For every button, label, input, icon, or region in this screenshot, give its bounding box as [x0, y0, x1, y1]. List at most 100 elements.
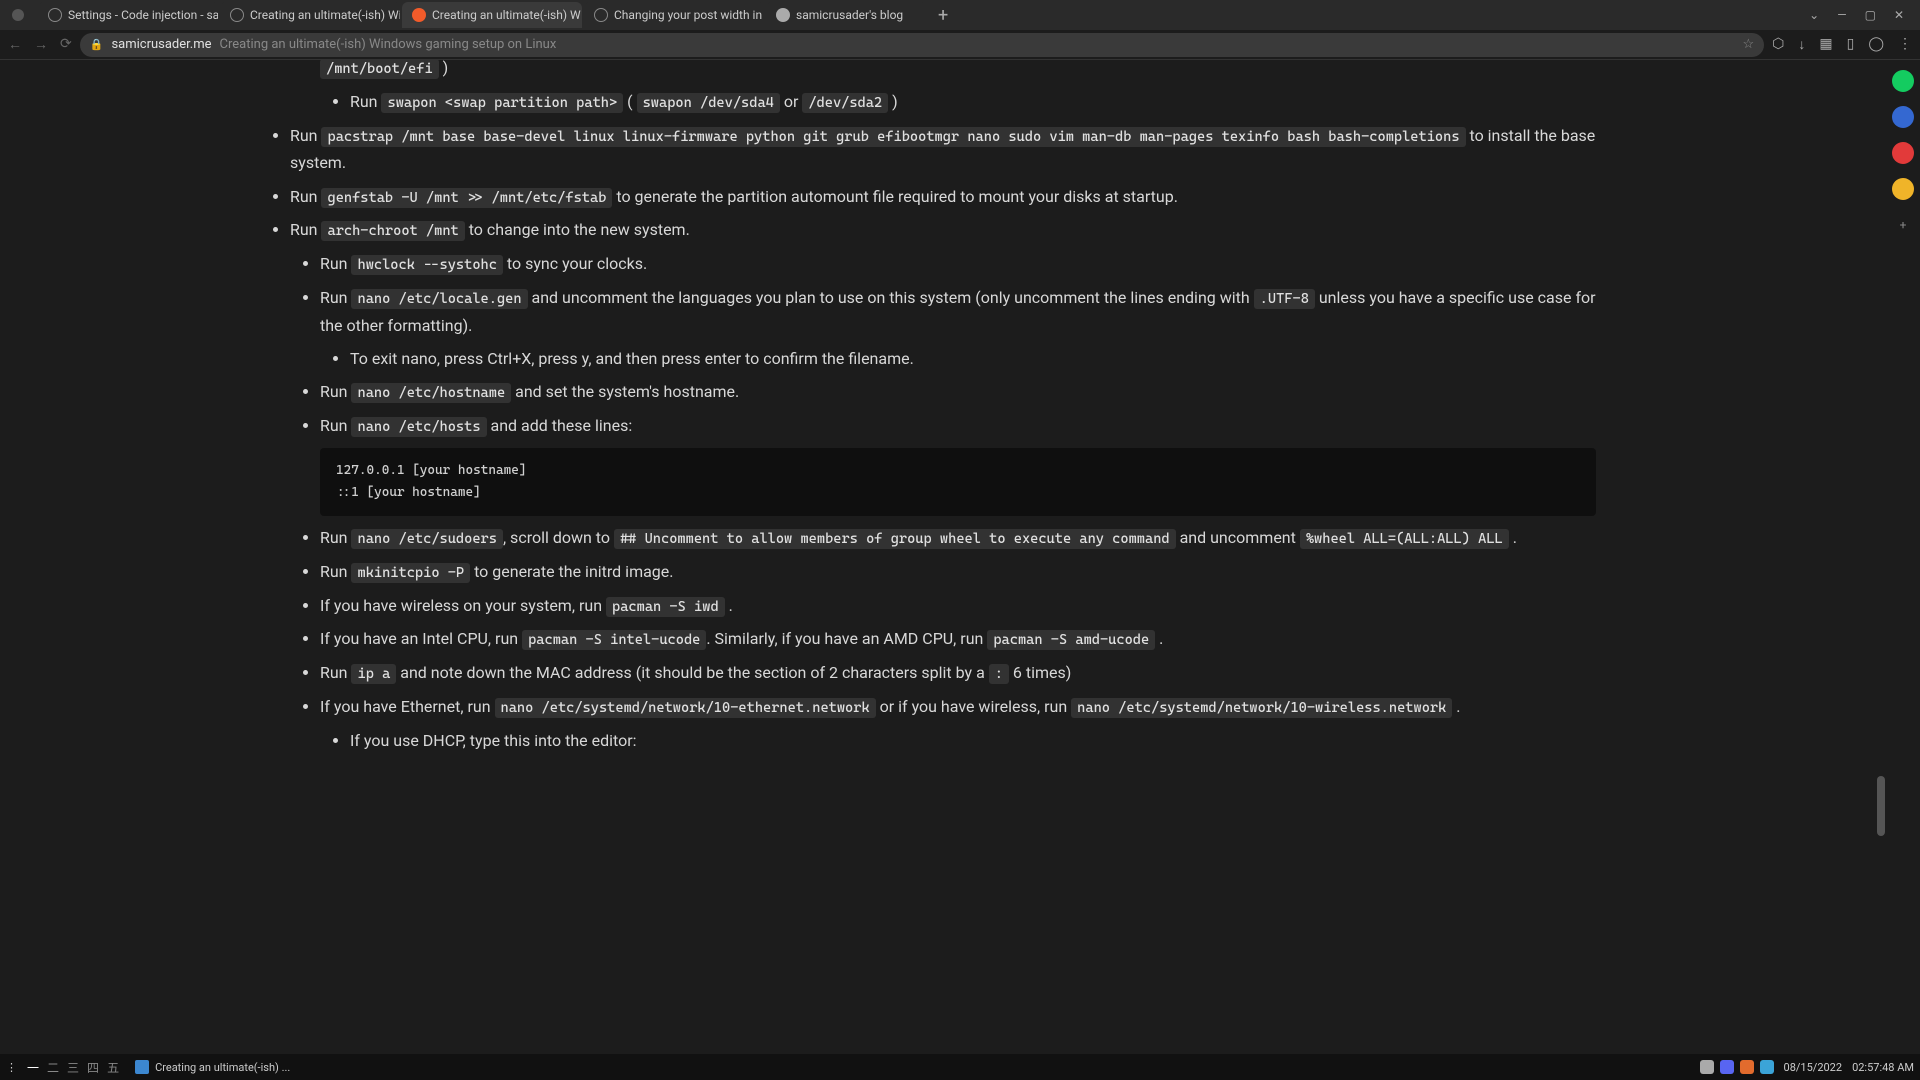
favicon-icon — [776, 8, 790, 22]
sidebar-icon-3[interactable] — [1892, 142, 1914, 164]
code-inline: pacman -S iwd — [606, 597, 725, 617]
sidebar-icon-4[interactable] — [1892, 178, 1914, 200]
favicon-icon — [594, 8, 608, 22]
list-item: Run ip a and note down the MAC address (… — [320, 659, 1596, 687]
code-inline: : — [989, 664, 1009, 684]
tray-app-icon[interactable] — [1740, 1060, 1754, 1074]
sidebar-icon-2[interactable] — [1892, 106, 1914, 128]
close-icon[interactable]: ✕ — [1894, 8, 1904, 22]
menu-icon[interactable]: ⋮ — [1898, 36, 1912, 53]
taskbar-app[interactable]: Creating an ultimate(-ish) ... — [129, 1060, 296, 1074]
code-inline: genfstab -U /mnt >> /mnt/etc/fstab — [321, 188, 612, 208]
list-item: To exit nano, press Ctrl+X, press y, and… — [350, 345, 1596, 372]
reload-icon[interactable]: ⟳ — [60, 36, 72, 53]
text: . — [725, 596, 733, 615]
tab-3-active[interactable]: Creating an ultimate(-ish) W — [402, 2, 582, 28]
tray-volume-icon[interactable] — [1700, 1060, 1714, 1074]
url-bar[interactable]: 🔒 samicrusader.me Creating an ultimate(-… — [80, 33, 1764, 57]
code-inline: arch-chroot /mnt — [321, 221, 464, 241]
text: Run — [320, 288, 351, 307]
list-item: If you have Ethernet, run nano /etc/syst… — [320, 693, 1596, 754]
url-host: samicrusader.me — [111, 37, 211, 52]
list-item: Run pacstrap /mnt base base-devel linux … — [290, 122, 1596, 177]
list-item: Run nano /etc/sudoers, scroll down to ##… — [320, 524, 1596, 552]
tab-5[interactable]: samicrusader's blog — [766, 2, 926, 28]
tiling-menu-icon[interactable]: ⋮ — [6, 1061, 17, 1074]
sidebar-icon-1[interactable] — [1892, 70, 1914, 92]
sidebar-add-icon[interactable]: + — [1892, 214, 1914, 236]
taskbar-right: 08/15/2022 02:57:48 AM — [1700, 1060, 1914, 1074]
workspace-2[interactable]: 二 — [45, 1059, 61, 1076]
text: If you have wireless on your system, run — [320, 596, 606, 615]
text: Run — [320, 382, 351, 401]
workspace-4[interactable]: 四 — [85, 1059, 101, 1076]
lock-icon: 🔒 — [90, 38, 104, 51]
workspace-picker: 一 二 三 四 五 — [25, 1059, 121, 1076]
text: . Similarly, if you have an AMD CPU, run — [706, 629, 987, 648]
code-inline: nano /etc/systemd/network/10-wireless.ne… — [1071, 698, 1452, 718]
text: Run — [320, 416, 351, 435]
text: ) — [439, 60, 449, 77]
code-inline: pacman -S amd-ucode — [987, 630, 1155, 650]
text: ( — [623, 92, 636, 111]
sidepanel-icon[interactable]: ▯ — [1847, 36, 1855, 53]
taskbar-clock: 02:57:48 AM — [1852, 1061, 1914, 1074]
code-inline: nano /etc/hostname — [351, 383, 511, 403]
window-close-dot[interactable] — [12, 9, 24, 21]
scrollbar[interactable] — [1876, 60, 1886, 1054]
workspace-5[interactable]: 五 — [105, 1059, 121, 1076]
minimize-icon[interactable]: — — [1837, 8, 1846, 22]
text: and uncomment — [1176, 528, 1300, 547]
profile-icon[interactable]: ◯ — [1868, 36, 1884, 53]
text: and uncomment the languages you plan to … — [528, 288, 1254, 307]
text: to generate the initrd image. — [470, 562, 673, 581]
code-inline: nano /etc/sudoers — [351, 529, 502, 549]
code-inline: swapon /dev/sda4 — [637, 93, 780, 113]
text: Run — [320, 528, 351, 547]
text: and note down the MAC address (it should… — [396, 663, 988, 682]
workspace-3[interactable]: 三 — [65, 1059, 81, 1076]
bookmark-star-icon[interactable]: ☆ — [1742, 37, 1754, 52]
text: 6 times) — [1009, 663, 1071, 682]
download-icon[interactable]: ↓ — [1798, 36, 1805, 53]
forward-icon[interactable]: → — [34, 36, 48, 53]
article-content: /mnt/boot/efi ) Run swapon <swap partiti… — [0, 60, 1886, 800]
tray-discord-icon[interactable] — [1720, 1060, 1734, 1074]
system-tray — [1700, 1060, 1774, 1074]
favicon-icon — [412, 8, 426, 22]
text: Run — [350, 92, 381, 111]
text: and set the system's hostname. — [511, 382, 739, 401]
tab-label: Creating an ultimate(-ish) Wi — [250, 8, 400, 22]
text: to change into the new system. — [465, 220, 690, 239]
tab-2[interactable]: Creating an ultimate(-ish) Wi — [220, 2, 400, 28]
list-item: Run nano /etc/hostname and set the syste… — [320, 378, 1596, 406]
new-tab-button[interactable]: + — [928, 5, 958, 26]
text: ) — [888, 92, 898, 111]
tab-dropdown-icon[interactable]: ⌄ — [1809, 8, 1819, 22]
favicon-icon — [48, 8, 62, 22]
text: Run — [290, 126, 321, 145]
taskbar-left: ⋮ 一 二 三 四 五 Creating an ultimate(-ish) .… — [6, 1059, 296, 1076]
shield-icon[interactable]: ⬡ — [1772, 36, 1784, 53]
text: Run — [290, 220, 321, 239]
back-icon[interactable]: ← — [8, 36, 22, 53]
list-item: Run mkinitcpio -P to generate the initrd… — [320, 558, 1596, 586]
text: Run — [320, 663, 351, 682]
text: If you have an Intel CPU, run — [320, 629, 522, 648]
page-viewport: /mnt/boot/efi ) Run swapon <swap partiti… — [0, 60, 1886, 1054]
qr-icon[interactable]: ▦ — [1819, 36, 1832, 53]
code-inline: /mnt/boot/efi — [320, 60, 439, 79]
list-item: If you use DHCP, type this into the edit… — [350, 727, 1596, 754]
text: and add these lines: — [487, 416, 633, 435]
code-inline: .UTF-8 — [1254, 289, 1315, 309]
text: to generate the partition automount file… — [612, 187, 1178, 206]
tab-4[interactable]: Changing your post width in — [584, 2, 764, 28]
text: or if you have wireless, run — [876, 697, 1072, 716]
workspace-1[interactable]: 一 — [25, 1059, 41, 1076]
scrollbar-thumb[interactable] — [1877, 776, 1885, 836]
tray-app2-icon[interactable] — [1760, 1060, 1774, 1074]
text: , scroll down to — [503, 528, 614, 547]
tab-1[interactable]: Settings - Code injection - sa — [38, 2, 218, 28]
maximize-icon[interactable]: ▢ — [1865, 8, 1876, 22]
window-controls: ⌄ — ▢ ✕ — [1809, 8, 1904, 22]
